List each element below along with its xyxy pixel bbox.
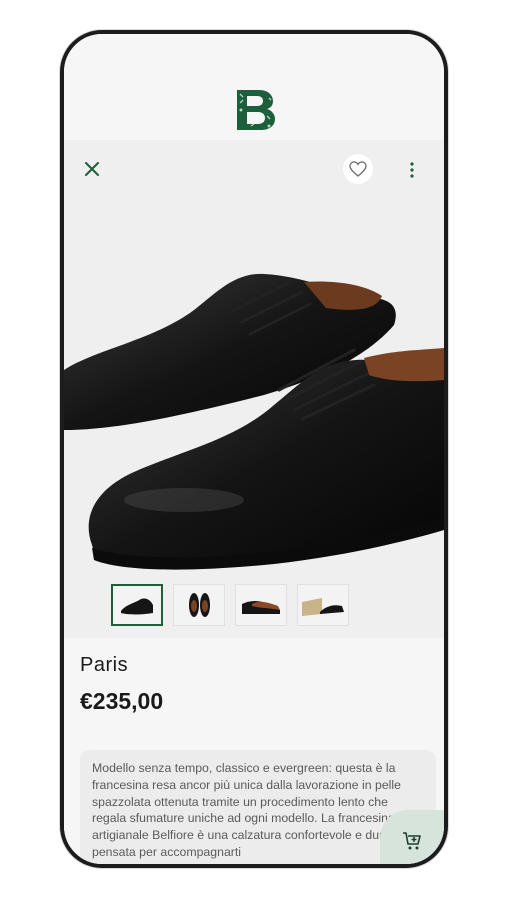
- product-title: Paris: [80, 654, 129, 676]
- thumbnail-front-pair[interactable]: [111, 584, 163, 626]
- thumbnail-side[interactable]: [235, 584, 287, 626]
- close-button[interactable]: [82, 159, 102, 179]
- product-description: Modello senza tempo, classico e evergree…: [92, 761, 417, 859]
- more-vertical-icon: [410, 162, 414, 178]
- product-main-image[interactable]: [64, 200, 444, 580]
- close-icon: [85, 162, 99, 176]
- product-price: €235,00: [80, 688, 164, 714]
- thumbnail-box[interactable]: [297, 584, 349, 626]
- belfiore-b-logo: [231, 86, 277, 132]
- heart-icon: [349, 161, 367, 177]
- thumbnail-strip: [111, 584, 349, 626]
- gallery-toolbar: [64, 140, 444, 196]
- thumbnail-top[interactable]: [173, 584, 225, 626]
- phone-frame: Paris €235,00 Modello senza tempo, class…: [60, 30, 448, 868]
- favorite-button[interactable]: [343, 154, 373, 184]
- add-to-cart-button[interactable]: [380, 810, 444, 864]
- add-to-cart-icon: [403, 832, 421, 850]
- product-gallery: [64, 140, 444, 638]
- app-screen: Paris €235,00 Modello senza tempo, class…: [64, 34, 444, 864]
- app-header: [64, 34, 444, 140]
- more-options-button[interactable]: [402, 158, 422, 182]
